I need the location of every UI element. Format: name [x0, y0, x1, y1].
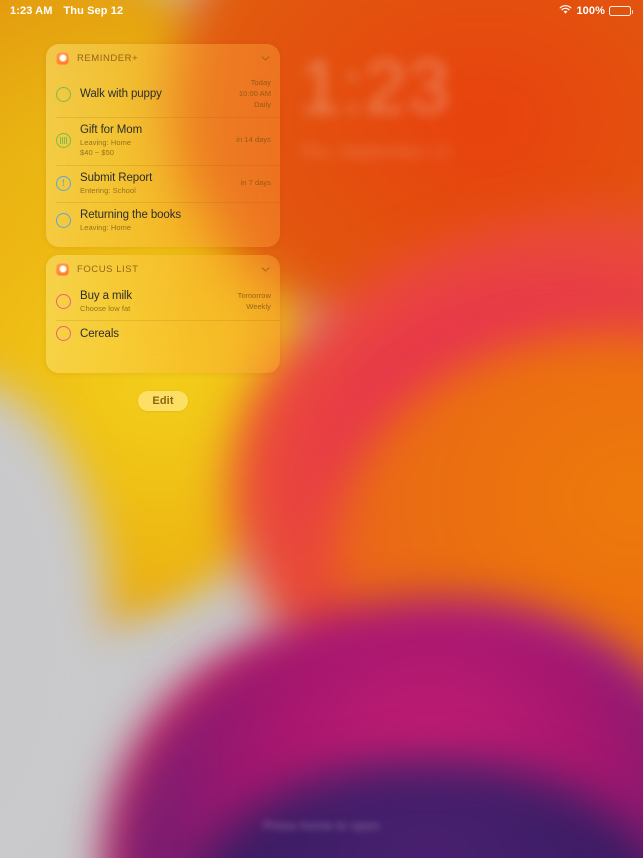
task-content: Walk with puppy — [80, 87, 233, 101]
task-title: Gift for Mom — [80, 123, 143, 136]
status-date: Thu Sep 12 — [63, 5, 124, 17]
task-title: Buy a milk — [80, 290, 133, 303]
status-bar-right: 100% — [559, 4, 633, 18]
task-title: Walk with puppy — [80, 88, 162, 101]
widget-card-reminder-plus[interactable]: REMINDER+ Walk with puppy Today 10:00 AM… — [46, 44, 280, 248]
task-content: Cereals — [80, 327, 265, 341]
task-meta-line: 10:00 AM — [238, 88, 271, 98]
status-time: 1:23 AM — [10, 5, 53, 17]
task-meta-line: Today — [250, 78, 271, 87]
task-meta-line: Tomorrow — [237, 290, 271, 300]
widget-stack: REMINDER+ Walk with puppy Today 10:00 AM… — [46, 44, 280, 412]
battery-icon — [609, 6, 633, 16]
task-subtitle: Entering: School — [80, 185, 136, 195]
task-subtitle: Choose low fat — [80, 304, 131, 313]
task-meta: Today 10:00 AM Daily — [233, 78, 271, 111]
chevron-down-icon[interactable] — [260, 53, 271, 64]
wifi-icon — [559, 4, 572, 18]
reminder-app-icon — [56, 51, 69, 65]
widget-title-focus-list: FOCUS LIST — [77, 263, 139, 275]
task-content: Buy a milk Choose low fat — [80, 289, 232, 314]
task-subtitle: Leaving: Home — [80, 222, 132, 232]
status-bar: 1:23 AM Thu Sep 12 100% — [0, 0, 643, 22]
task-subtitle: $40 ~ $50 — [80, 148, 115, 158]
task-meta-line: Weekly — [246, 301, 271, 311]
table-row[interactable]: ! Submit Report Entering: School in 7 da… — [46, 164, 280, 202]
battery-percent-label: 100% — [576, 5, 605, 17]
task-title: Cereals — [80, 327, 119, 340]
task-content: Returning the books Leaving: Home — [80, 208, 265, 233]
chevron-down-icon[interactable] — [260, 264, 271, 275]
task-subtitle: Leaving: Home — [80, 137, 132, 147]
table-row[interactable]: Buy a milk Choose low fat Tomorrow Weekl… — [46, 283, 280, 320]
task-title: Returning the books — [80, 208, 182, 221]
press-home-hint: Press home to open — [263, 818, 380, 833]
widget-header-reminder-plus[interactable]: REMINDER+ — [46, 44, 280, 72]
alert-circle-icon[interactable]: ! — [56, 175, 71, 191]
table-row[interactable]: Returning the books Leaving: Home — [46, 201, 280, 239]
task-title: Submit Report — [80, 171, 153, 184]
widget-card-focus-list[interactable]: FOCUS LIST Buy a milk Choose low fat Tom… — [46, 255, 280, 374]
edit-button-row: Edit — [46, 391, 280, 412]
checkbox-circle-icon[interactable] — [56, 213, 71, 229]
checkbox-circle-icon[interactable] — [56, 294, 71, 310]
checkbox-circle-icon[interactable] — [56, 86, 71, 102]
task-meta-line: in 7 days — [240, 177, 271, 187]
widget-title-reminder-plus: REMINDER+ — [77, 52, 139, 64]
task-content: Submit Report Entering: School — [80, 171, 235, 196]
task-meta-line: in 14 days — [236, 135, 271, 145]
task-content: Gift for Mom Leaving: Home $40 ~ $50 — [80, 123, 230, 159]
status-bar-left: 1:23 AM Thu Sep 12 — [10, 5, 123, 17]
barcode-circle-icon[interactable] — [56, 133, 71, 149]
table-row[interactable]: Gift for Mom Leaving: Home $40 ~ $50 in … — [46, 116, 280, 165]
table-row[interactable]: Cereals — [46, 320, 280, 347]
card-bottom-padding — [46, 347, 280, 373]
checkbox-circle-icon[interactable] — [56, 326, 71, 342]
task-meta: in 14 days — [230, 135, 271, 146]
task-meta: in 7 days — [235, 178, 271, 189]
task-meta: Tomorrow Weekly — [232, 291, 271, 313]
widget-header-focus-list[interactable]: FOCUS LIST — [46, 255, 280, 283]
card-bottom-padding — [46, 239, 280, 247]
edit-button[interactable]: Edit — [138, 391, 188, 412]
reminder-app-icon — [56, 262, 69, 276]
task-meta-line: Daily — [254, 99, 271, 109]
table-row[interactable]: Walk with puppy Today 10:00 AM Daily — [46, 72, 280, 117]
